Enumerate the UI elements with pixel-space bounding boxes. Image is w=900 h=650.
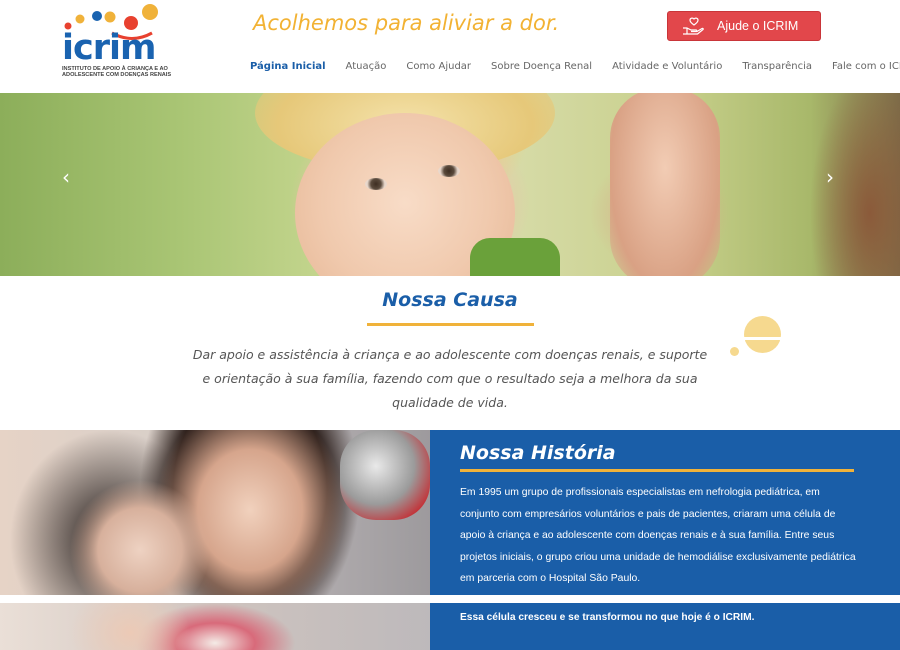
donate-button-label: Ajude o ICRIM: [717, 19, 799, 33]
main-nav: Página Inicial Atuação Como Ajudar Sobre…: [240, 61, 900, 72]
nav-item-atividade-voluntario[interactable]: Atividade e Voluntário: [602, 61, 732, 72]
hero-photo-adult-hand: [610, 93, 720, 276]
icrim-logo[interactable]: icrim INSTITUTO DE APOIO À CRIANÇA E AO …: [60, 4, 185, 82]
hero-photo-shirt: [470, 238, 560, 276]
site-header: icrim INSTITUTO DE APOIO À CRIANÇA E AO …: [0, 0, 900, 93]
causa-title: Nossa Causa: [382, 289, 518, 311]
nav-item-como-ajudar[interactable]: Como Ajudar: [396, 61, 481, 72]
nav-item-atuacao[interactable]: Atuação: [336, 61, 397, 72]
hero-slider: ‹ ›: [0, 93, 900, 276]
decorative-circle: [744, 316, 781, 353]
historia-title-underline: [460, 469, 854, 472]
historia-panel-2: Essa célula cresceu e se transformou no …: [430, 603, 900, 650]
historia-photo: [0, 430, 430, 595]
nav-item-pagina-inicial[interactable]: Página Inicial: [240, 61, 336, 72]
decorative-dot: [730, 347, 739, 356]
historia-panel: Nossa História Em 1995 um grupo de profi…: [430, 430, 900, 595]
historia-photo-can: [340, 430, 430, 520]
nav-item-sobre-doenca-renal[interactable]: Sobre Doença Renal: [481, 61, 602, 72]
logo-wordmark: icrim: [62, 28, 156, 68]
slider-next-arrow[interactable]: ›: [826, 165, 834, 189]
tagline: Acolhemos para aliviar a dor.: [253, 11, 560, 35]
logo-subtitle: INSTITUTO DE APOIO À CRIANÇA E AO ADOLES…: [62, 66, 172, 79]
hero-photo-eye: [365, 178, 387, 190]
hand-heart-icon: [683, 17, 704, 35]
donate-button[interactable]: Ajude o ICRIM: [667, 11, 821, 41]
causa-text: Dar apoio e assistência à criança e ao a…: [192, 347, 708, 410]
historia-next-text: Essa célula cresceu e se transformou no …: [460, 612, 755, 623]
nav-item-transparencia[interactable]: Transparência: [732, 61, 822, 72]
nav-item-fale-conosco[interactable]: Fale com o ICRIM: [822, 61, 900, 72]
slider-prev-arrow[interactable]: ‹: [62, 165, 70, 189]
historia-text: Em 1995 um grupo de profissionais especi…: [460, 487, 856, 584]
hero-photo-eye: [438, 165, 460, 177]
historia-title: Nossa História: [460, 442, 616, 464]
causa-title-underline: [367, 323, 534, 326]
historia-photo-2: [0, 603, 430, 650]
